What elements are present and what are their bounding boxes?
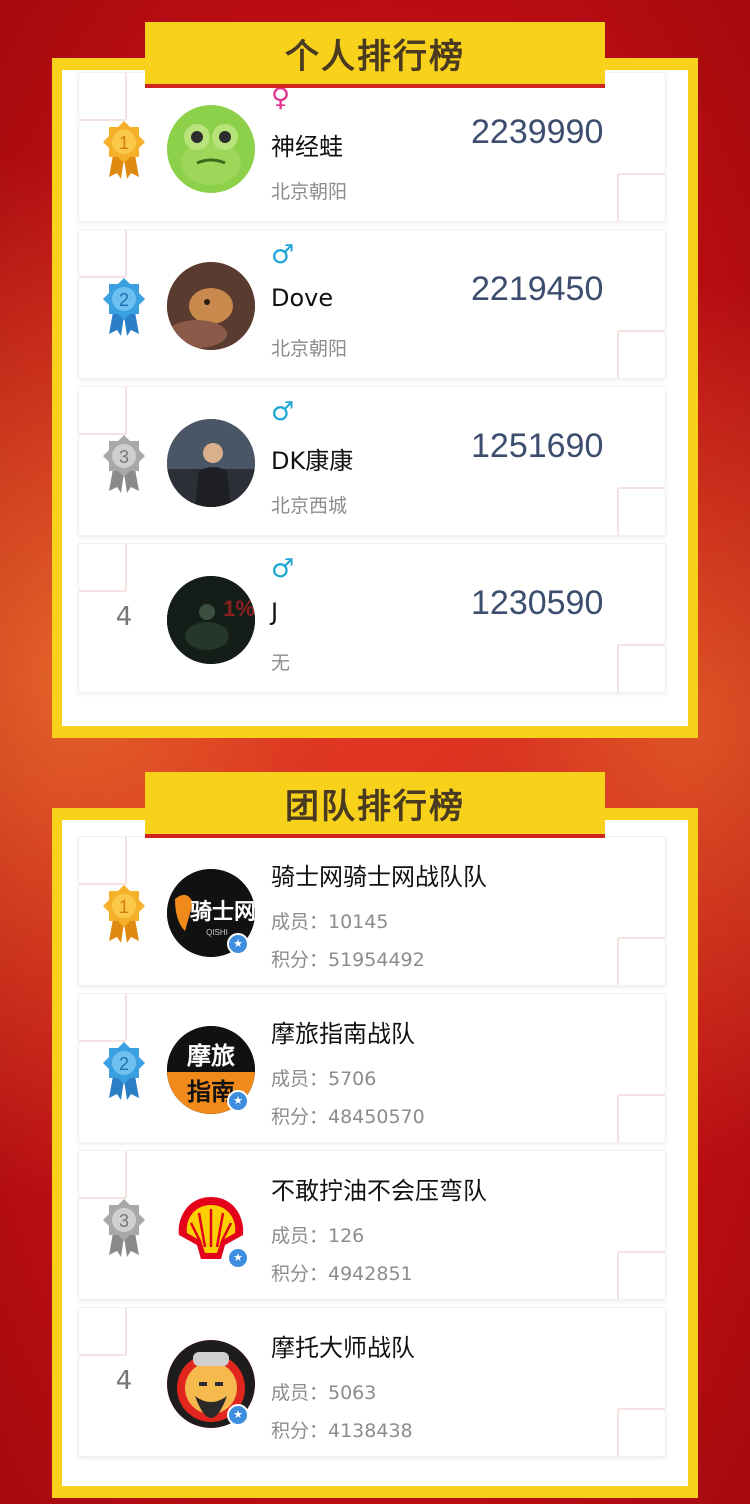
personal-row-4[interactable]: 4 1% ♂ J 无 1230590 <box>78 543 666 693</box>
team-name: 不敢拧油不会压弯队 <box>271 1177 487 1205</box>
svg-text:骑士网: 骑士网 <box>190 900 255 925</box>
team-row-2[interactable]: 2 摩旅 指南 ★ 摩旅指南战队 成员：5706 积分：48450570 <box>78 993 666 1143</box>
verified-badge-icon: ★ <box>227 1404 249 1426</box>
team-row-3[interactable]: 3 ★ 不敢拧油不会压弯队 成员：126 积分：4942851 <box>78 1150 666 1300</box>
team-points: 积分：4138438 <box>271 1420 413 1442</box>
team-name: 骑士网骑士网战队队 <box>271 863 487 891</box>
user-location: 北京西城 <box>271 495 348 517</box>
silver-medal-icon: 2 <box>103 1042 145 1100</box>
gold-medal-icon: 1 <box>103 121 145 179</box>
gold-medal-icon: 1 <box>103 885 145 943</box>
male-icon: ♂ <box>271 397 295 427</box>
verified-badge-icon: ★ <box>227 1247 249 1269</box>
team-row-4[interactable]: 4 ★ 摩托大师战队 成员：5063 积分：4138438 <box>78 1307 666 1457</box>
male-icon: ♂ <box>271 240 295 270</box>
team-row-1[interactable]: 1 骑士网 QISHI ★ 骑士网骑士网战队队 成员：10145 积分：5195… <box>78 836 666 986</box>
personal-row-3[interactable]: 3 ♂ DK康康 北京西城 1251690 <box>78 386 666 536</box>
svg-text:1%: 1% <box>223 596 255 621</box>
svg-text:2: 2 <box>119 290 129 310</box>
svg-text:1: 1 <box>119 897 129 917</box>
avatar[interactable] <box>167 419 255 507</box>
personal-row-1[interactable]: 1 ♀ 神经蛙 北京朝阳 2239990 <box>78 72 666 222</box>
svg-text:3: 3 <box>119 1211 129 1231</box>
bronze-medal-icon: 3 <box>103 435 145 493</box>
verified-badge-icon: ★ <box>227 1090 249 1112</box>
personal-row-2[interactable]: 2 ♂ Dove 北京朝阳 2219450 <box>78 229 666 379</box>
user-name: 神经蛙 <box>271 133 343 161</box>
team-members: 成员：10145 <box>271 911 389 933</box>
user-name: J <box>271 598 279 626</box>
avatar[interactable] <box>167 105 255 193</box>
team-members: 成员：126 <box>271 1225 365 1247</box>
svg-text:1: 1 <box>119 133 129 153</box>
user-score: 2239990 <box>471 113 604 151</box>
team-name: 摩旅指南战队 <box>271 1020 415 1048</box>
team-members: 成员：5063 <box>271 1382 377 1404</box>
user-name: Dove <box>271 284 334 312</box>
user-score: 1251690 <box>471 427 604 465</box>
avatar[interactable] <box>167 262 255 350</box>
svg-text:QISHI: QISHI <box>206 928 228 937</box>
rank-number: 4 <box>115 602 133 632</box>
team-name: 摩托大师战队 <box>271 1334 415 1362</box>
silver-medal-icon: 2 <box>103 278 145 336</box>
rank-number: 4 <box>115 1366 133 1396</box>
male-icon: ♂ <box>271 554 295 584</box>
user-score: 2219450 <box>471 270 604 308</box>
team-ranking-title: 团队排行榜 <box>285 786 465 827</box>
team-points: 积分：48450570 <box>271 1106 425 1128</box>
user-score: 1230590 <box>471 584 604 622</box>
user-location: 无 <box>271 652 291 674</box>
user-name: DK康康 <box>271 447 354 475</box>
avatar[interactable]: 1% <box>167 576 255 664</box>
verified-badge-icon: ★ <box>227 933 249 955</box>
bronze-medal-icon: 3 <box>103 1199 145 1257</box>
user-location: 北京朝阳 <box>271 338 348 360</box>
personal-ranking-title: 个人排行榜 <box>285 36 465 77</box>
team-ranking-banner: 团队排行榜 <box>145 772 605 838</box>
svg-text:2: 2 <box>119 1054 129 1074</box>
team-points: 积分：4942851 <box>271 1263 413 1285</box>
team-points: 积分：51954492 <box>271 949 425 971</box>
user-location: 北京朝阳 <box>271 181 348 203</box>
svg-text:摩旅: 摩旅 <box>187 1042 235 1070</box>
svg-text:3: 3 <box>119 447 129 467</box>
personal-ranking-banner: 个人排行榜 <box>145 22 605 88</box>
team-members: 成员：5706 <box>271 1068 377 1090</box>
